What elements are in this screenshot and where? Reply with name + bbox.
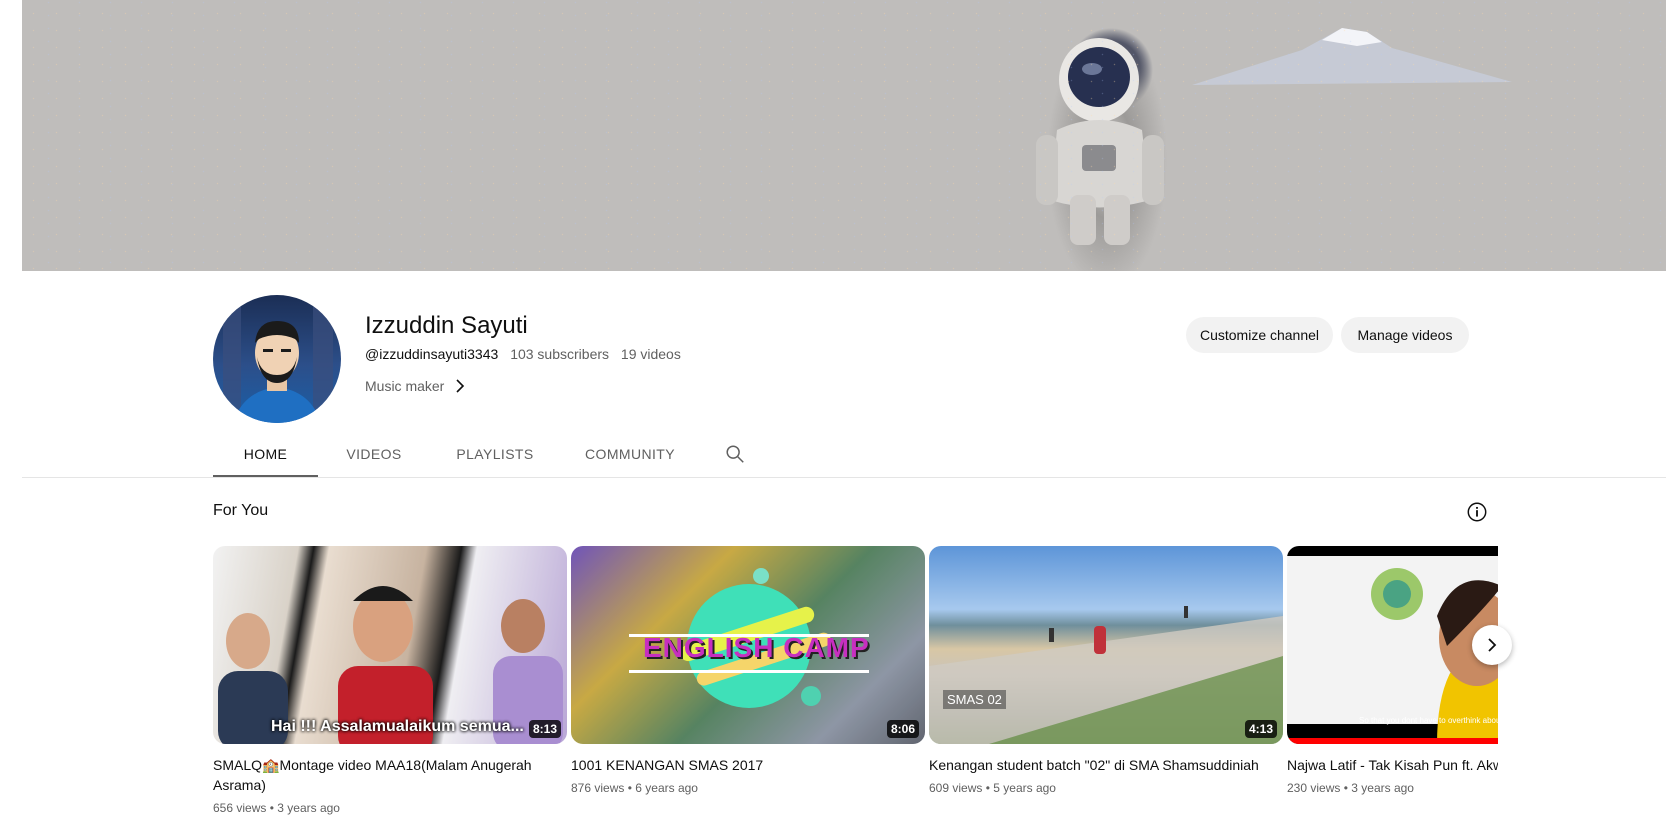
tab-community[interactable]: COMMUNITY	[560, 430, 700, 478]
video-duration: 8:13	[528, 720, 561, 738]
chevron-right-icon	[1488, 638, 1497, 652]
video-duration: 8:06	[886, 720, 919, 738]
video-title[interactable]: SMALQ🏫Montage video MAA18(Malam Anugerah…	[213, 755, 567, 795]
video-age: 3 years ago	[1351, 781, 1414, 795]
video-count: 19 videos	[620, 346, 681, 362]
subscriber-count: 103 subscribers	[510, 346, 610, 362]
shelf-next-button[interactable]	[1472, 625, 1512, 665]
thumbnail-singer-art	[1287, 568, 1498, 744]
video-card[interactable]: So that you dont have to overthink about…	[1287, 546, 1498, 795]
video-thumbnail[interactable]: SMAS 02 4:13	[929, 546, 1283, 744]
video-meta: 876 views • 6 years ago	[571, 781, 925, 795]
thumbnail-overlay-text: Hai !!! Assalamualaikum semua...	[271, 718, 524, 735]
tabs-divider	[22, 477, 1666, 478]
avatar-portrait-art	[223, 295, 333, 423]
video-views: 609 views	[929, 781, 983, 795]
tab-playlists[interactable]: PLAYLISTS	[430, 430, 560, 478]
banner-astronaut-art	[1036, 38, 1164, 245]
video-meta: 656 views • 3 years ago	[213, 801, 567, 815]
thumbnail-overlay-text: So that you dont have to overthink about	[1359, 716, 1498, 725]
chevron-right-icon	[456, 379, 465, 393]
video-title[interactable]: Najwa Latif - Tak Kisah Pun ft. Akwa Rem…	[1287, 755, 1498, 775]
video-views: 230 views	[1287, 781, 1341, 795]
tab-search[interactable]	[700, 430, 770, 478]
video-thumbnail[interactable]: Hai !!! Assalamualaikum semua... 8:13	[213, 546, 567, 744]
video-shelf: Hai !!! Assalamualaikum semua... 8:13 SM…	[213, 546, 1498, 818]
tab-videos[interactable]: VIDEOS	[318, 430, 430, 478]
video-age: 6 years ago	[635, 781, 698, 795]
channel-banner	[22, 0, 1666, 271]
thumbnail-beach-art	[929, 606, 1283, 744]
video-card[interactable]: Hai !!! Assalamualaikum semua... 8:13 SM…	[213, 546, 567, 815]
info-icon[interactable]	[1466, 501, 1488, 523]
search-icon	[726, 445, 744, 463]
channel-description-text: Music maker	[365, 378, 445, 394]
video-meta: 609 views • 5 years ago	[929, 781, 1283, 795]
thumbnail-people-art	[218, 586, 563, 744]
video-age: 5 years ago	[993, 781, 1056, 795]
channel-handle: @izzuddinsayuti3343	[365, 346, 499, 362]
video-card[interactable]: SMAS 02 4:13 Kenangan student batch "02"…	[929, 546, 1283, 795]
tab-home[interactable]: HOME	[213, 430, 318, 478]
channel-tabs: HOME VIDEOS PLAYLISTS COMMUNITY	[213, 430, 770, 478]
video-thumbnail[interactable]: So that you dont have to overthink about	[1287, 546, 1498, 744]
manage-videos-button[interactable]: Manage videos	[1341, 317, 1469, 353]
channel-description[interactable]: Music maker	[365, 378, 466, 394]
channel-avatar[interactable]	[213, 295, 341, 423]
video-card[interactable]: ENGLISH CAMP 8:06 1001 KENANGAN SMAS 201…	[571, 546, 925, 795]
channel-name: Izzuddin Sayuti	[365, 312, 528, 339]
video-age: 3 years ago	[277, 801, 340, 815]
video-title[interactable]: Kenangan student batch "02" di SMA Shams…	[929, 755, 1283, 775]
customize-channel-button[interactable]: Customize channel	[1186, 317, 1333, 353]
video-thumbnail[interactable]: ENGLISH CAMP 8:06	[571, 546, 925, 744]
section-title: For You	[213, 502, 269, 519]
video-views: 656 views	[213, 801, 267, 815]
video-title[interactable]: 1001 KENANGAN SMAS 2017	[571, 755, 925, 775]
thumbnail-overlay-text: ENGLISH CAMP	[643, 632, 870, 663]
banner-mountain-art	[1192, 28, 1512, 85]
channel-meta: @izzuddinsayuti3343 103 subscribers 19 v…	[365, 346, 689, 362]
thumbnail-overlay-text: SMAS 02	[943, 690, 1006, 709]
video-meta: 230 views • 3 years ago	[1287, 781, 1498, 795]
video-duration: 4:13	[1244, 720, 1277, 738]
video-views: 876 views	[571, 781, 625, 795]
